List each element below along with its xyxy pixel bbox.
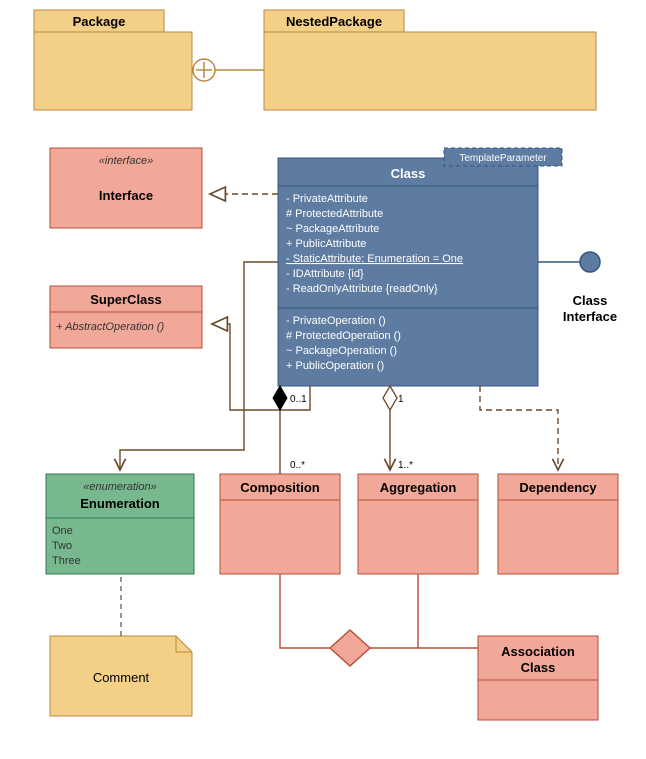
enum-v2: Two bbox=[52, 540, 72, 552]
association-class-title1: Association bbox=[501, 644, 575, 659]
superclass-title: SuperClass bbox=[90, 292, 162, 307]
uml-diagram: Package NestedPackage «interface» Interf… bbox=[0, 0, 646, 759]
op-package: ~ PackageOperation () bbox=[286, 345, 397, 357]
superclass-node: SuperClass + AbstractOperation () bbox=[50, 286, 202, 348]
association-class-title2: Class bbox=[521, 660, 556, 675]
lollipop-interface: Class Interface bbox=[538, 252, 617, 324]
composition-node: Composition bbox=[220, 474, 340, 574]
op-public: + PublicOperation () bbox=[286, 360, 384, 372]
op-protected: # ProtectedOperation () bbox=[286, 330, 401, 342]
nested-package-title: NestedPackage bbox=[286, 14, 382, 29]
op-private: - PrivateOperation () bbox=[286, 315, 386, 327]
dependency-title: Dependency bbox=[519, 480, 597, 495]
attr-static: - StaticAttribute: Enumeration = One bbox=[286, 253, 463, 265]
composition-title: Composition bbox=[240, 480, 319, 495]
interface-stereotype: «interface» bbox=[99, 155, 153, 167]
containment-connector bbox=[193, 59, 264, 81]
superclass-operation: + AbstractOperation () bbox=[56, 321, 164, 333]
aggregation-node: Aggregation bbox=[358, 474, 478, 574]
nested-package-node: NestedPackage bbox=[264, 10, 596, 110]
comment-node: Comment bbox=[50, 636, 192, 716]
enumeration-title: Enumeration bbox=[80, 496, 160, 511]
association-class-node: Association Class bbox=[478, 636, 598, 720]
package-title: Package bbox=[73, 14, 126, 29]
class-title: Class bbox=[391, 166, 426, 181]
enum-v3: Three bbox=[52, 555, 81, 567]
package-node: Package bbox=[34, 10, 192, 110]
composition-edge: 0..1 0..* bbox=[273, 386, 307, 474]
attr-readonly: - ReadOnlyAttribute {readOnly} bbox=[286, 283, 438, 295]
enumeration-stereotype: «enumeration» bbox=[83, 481, 156, 493]
dependency-node: Dependency bbox=[498, 474, 618, 574]
aggregation-edge: 1 1..* bbox=[383, 386, 413, 471]
interface-title: Interface bbox=[99, 188, 153, 203]
enumeration-node: «enumeration» Enumeration One Two Three bbox=[46, 474, 194, 574]
attr-private: - PrivateAttribute bbox=[286, 193, 368, 205]
attr-protected: # ProtectedAttribute bbox=[286, 208, 383, 220]
dependency-edge bbox=[480, 386, 558, 470]
class-node: Class TemplateParameter - PrivateAttribu… bbox=[278, 148, 562, 386]
lollipop-label-1: Class bbox=[573, 293, 608, 308]
attr-package: ~ PackageAttribute bbox=[286, 223, 379, 235]
mult-0-1: 0..1 bbox=[290, 394, 307, 405]
lollipop-label-2: Interface bbox=[563, 309, 617, 324]
aggregation-title: Aggregation bbox=[380, 480, 457, 495]
attr-id: - IDAttribute {id} bbox=[286, 268, 364, 280]
attr-public: + PublicAttribute bbox=[286, 238, 366, 250]
template-parameter: TemplateParameter bbox=[459, 153, 547, 164]
mult-1-star: 1..* bbox=[398, 460, 413, 471]
mult-1: 1 bbox=[398, 394, 404, 405]
interface-node: «interface» Interface bbox=[50, 148, 202, 228]
mult-0-star: 0..* bbox=[290, 460, 305, 471]
enum-v1: One bbox=[52, 525, 73, 537]
comment-text: Comment bbox=[93, 670, 150, 685]
